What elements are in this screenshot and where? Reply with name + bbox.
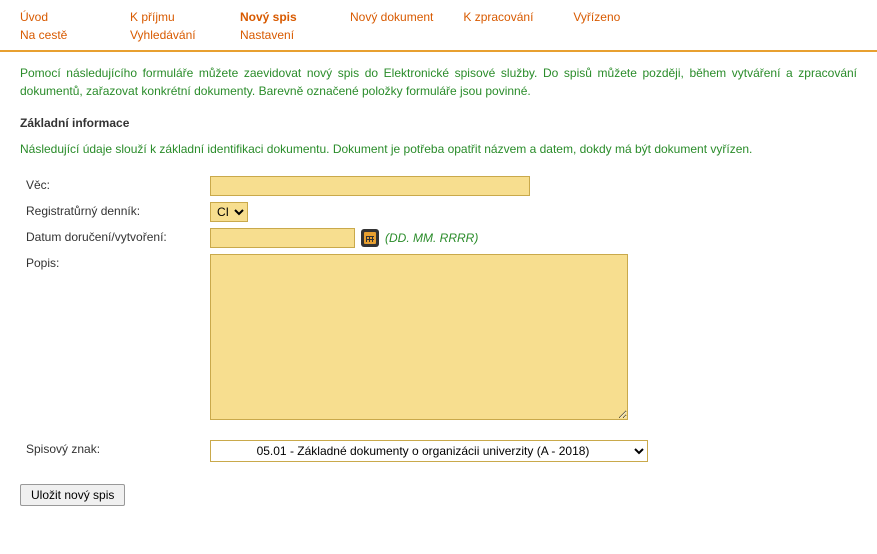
intro-text: Pomocí následujícího formuláře můžete za… [20, 64, 857, 100]
nav-k-zpracovani[interactable]: K zpracování [463, 8, 543, 26]
date-hint: (DD. MM. RRRR) [385, 231, 478, 245]
row-popis: Popis: [20, 254, 857, 420]
row-vec: Věc: [20, 176, 857, 196]
input-vec[interactable] [210, 176, 530, 196]
label-vec: Věc: [20, 176, 210, 192]
content-area: Pomocí následujícího formuláře můžete za… [0, 52, 877, 526]
textarea-popis[interactable] [210, 254, 628, 420]
nav-uvod[interactable]: Úvod [20, 8, 100, 26]
nav-novy-dokument[interactable]: Nový dokument [350, 8, 433, 26]
nav-vyrizeno[interactable]: Vyřízeno [573, 8, 653, 26]
label-dennik: Registratůrný denník: [20, 202, 210, 218]
nav-nastaveni[interactable]: Nastavení [240, 26, 320, 44]
nav-row-1: Úvod K příjmu Nový spis Nový dokument K … [20, 8, 857, 26]
submit-button[interactable]: Uložit nový spis [20, 484, 125, 506]
select-spisovy-znak[interactable]: 05.01 - Základné dokumenty o organizácii… [210, 440, 648, 462]
input-datum[interactable] [210, 228, 355, 248]
select-dennik[interactable]: CI [210, 202, 248, 222]
nav-na-ceste[interactable]: Na cestě [20, 26, 100, 44]
row-dennik: Registratůrný denník: CI [20, 202, 857, 222]
section-title: Základní informace [20, 116, 857, 130]
nav-row-2: Na cestě Vyhledávání Nastavení [20, 26, 857, 44]
row-spisovy: Spisový znak: 05.01 - Základné dokumenty… [20, 440, 857, 462]
row-datum: Datum doručení/vytvoření: (DD. MM. RRRR) [20, 228, 857, 248]
label-datum: Datum doručení/vytvoření: [20, 228, 210, 244]
nav-vyhledavani[interactable]: Vyhledávání [130, 26, 210, 44]
nav-k-prijmu[interactable]: K příjmu [130, 8, 210, 26]
label-spisovy: Spisový znak: [20, 440, 210, 456]
section-desc: Následující údaje slouží k základní iden… [20, 140, 857, 158]
label-popis: Popis: [20, 254, 210, 270]
main-nav: Úvod K příjmu Nový spis Nový dokument K … [0, 0, 877, 52]
calendar-icon[interactable] [361, 229, 379, 247]
nav-novy-spis[interactable]: Nový spis [240, 8, 320, 26]
